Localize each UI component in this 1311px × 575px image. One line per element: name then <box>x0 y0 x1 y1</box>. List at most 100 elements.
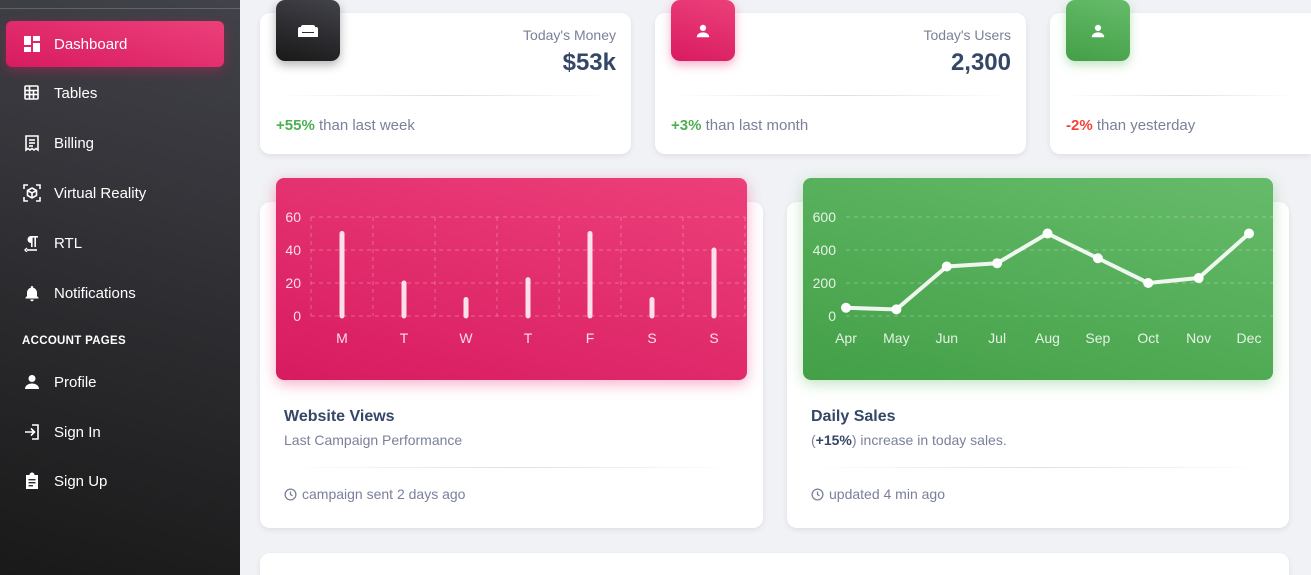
sidebar-item-dashboard[interactable]: Dashboard <box>6 21 224 67</box>
stat-label: Today's Users <box>923 27 1011 43</box>
chart-footer-text: updated 4 min ago <box>829 486 945 502</box>
chart-subtitle: Last Campaign Performance <box>284 432 463 448</box>
chart-footer: campaign sent 2 days ago <box>284 486 465 502</box>
sidebar-item-rtl[interactable]: RTL <box>6 220 224 266</box>
sidebar-item-label: Notifications <box>54 284 136 302</box>
sidebar-item-tables[interactable]: Tables <box>6 70 224 116</box>
x-tick-label: T <box>524 330 533 346</box>
divider <box>284 467 739 468</box>
x-tick-label: Sep <box>1085 330 1110 346</box>
table-icon <box>22 83 42 103</box>
sidebar-item-label: Profile <box>54 373 97 391</box>
sidebar-item-sign-in[interactable]: Sign In <box>6 409 224 455</box>
subtitle-highlight: +15% <box>815 432 852 448</box>
divider <box>1066 95 1295 96</box>
stat-change: +55% <box>276 117 315 134</box>
y-tick-label: 400 <box>813 242 837 258</box>
sidebar-item-label: Virtual Reality <box>54 184 147 202</box>
x-tick-label: Jun <box>935 330 958 346</box>
x-tick-label: W <box>459 330 473 346</box>
person-icon <box>22 372 42 392</box>
website-views-chart: 0 20 40 60 M T W T F S S <box>276 178 747 380</box>
data-point <box>841 302 851 313</box>
divider <box>276 95 615 96</box>
stat-change: +3% <box>671 117 702 134</box>
chart-footer-text: campaign sent 2 days ago <box>302 486 466 502</box>
data-point <box>1193 273 1204 284</box>
y-tick-label: 20 <box>285 275 301 291</box>
line-chart: 0 200 400 600 Apr May Jun Jul Aug Sep Oct Nov Dec <box>813 209 1273 346</box>
format-textdirection-icon <box>22 233 42 253</box>
assignment-icon <box>22 471 42 491</box>
daily-sales-card: 0 200 400 600 Apr May Jun Jul Aug Sep Oct Nov Dec Da… <box>787 178 1289 528</box>
dashboard-icon <box>22 34 42 54</box>
x-tick-label: Dec <box>1237 330 1262 346</box>
x-tick-label: Aug <box>1035 330 1060 346</box>
sidebar-item-virtual-reality[interactable]: Virtual Reality <box>6 170 224 216</box>
sidebar-item-label: Sign In <box>54 423 101 441</box>
x-tick-label: F <box>586 330 595 346</box>
data-point <box>992 258 1003 269</box>
stat-value: $53k <box>562 49 616 76</box>
stat-change: -2% <box>1066 117 1093 134</box>
sidebar-item-label: Sign Up <box>54 472 108 490</box>
login-icon <box>22 422 42 442</box>
chart-title: Website Views <box>284 408 395 425</box>
stat-footer: +55% than last week <box>276 117 415 134</box>
y-tick-label: 0 <box>293 308 301 324</box>
stat-card-new-clients: -2% than yesterday <box>1050 0 1311 154</box>
x-tick-label: S <box>709 330 718 346</box>
sidebar: Dashboard Tables Billing Virtual Reality… <box>0 0 240 575</box>
x-tick-label: Oct <box>1137 330 1159 346</box>
stat-change-text: than last month <box>701 117 809 134</box>
data-point <box>941 261 952 272</box>
y-tick-label: 600 <box>813 209 837 225</box>
y-tick-label: 60 <box>285 209 301 225</box>
x-tick-label: S <box>647 330 656 346</box>
stat-footer: +3% than last month <box>671 117 808 134</box>
sidebar-item-billing[interactable]: Billing <box>6 120 224 166</box>
x-tick-label: Apr <box>835 330 857 346</box>
x-tick-label: T <box>400 330 409 346</box>
website-views-card: 0 20 40 60 M T W T F S S Website Views Last Campai… <box>260 178 763 528</box>
daily-sales-chart: 0 200 400 600 Apr May Jun Jul Aug Sep Oct Nov Dec <box>803 178 1273 380</box>
data-point <box>1092 253 1103 264</box>
y-tick-label: 0 <box>828 308 836 324</box>
sidebar-item-label: Tables <box>54 84 98 102</box>
divider <box>671 95 1010 96</box>
receipt-icon <box>22 133 42 153</box>
data-point <box>1244 228 1254 239</box>
sidebar-item-label: RTL <box>54 234 83 252</box>
sidebar-item-profile[interactable]: Profile <box>6 359 224 405</box>
sidebar-item-sign-up[interactable]: Sign Up <box>6 458 224 504</box>
sidebar-item-label: Dashboard <box>54 35 128 53</box>
sidebar-item-notifications[interactable]: Notifications <box>6 270 224 316</box>
person-icon <box>671 0 735 61</box>
divider <box>811 467 1265 468</box>
stat-footer: -2% than yesterday <box>1066 117 1195 134</box>
stat-change-text: than last week <box>314 117 415 134</box>
y-tick-label: 200 <box>813 275 837 291</box>
stat-card-users: Today's Users 2,300 +3% than last month <box>655 0 1026 154</box>
stat-value: 2,300 <box>950 49 1011 76</box>
view-in-ar-icon <box>22 183 42 203</box>
sidebar-section-title: ACCOUNT PAGES <box>22 335 126 347</box>
chart-subtitle: (+15%) increase in today sales. <box>811 432 1007 448</box>
data-point <box>891 304 902 315</box>
chart-title: Daily Sales <box>811 408 896 425</box>
y-tick-label: 40 <box>285 242 301 258</box>
subtitle-suffix: ) increase in today sales. <box>851 432 1007 448</box>
x-tick-label: May <box>883 330 909 346</box>
clock-icon <box>284 487 297 501</box>
stat-card-money: Today's Money $53k +55% than last week <box>260 0 631 154</box>
x-tick-label: M <box>336 330 348 346</box>
x-tick-label: Jul <box>988 330 1006 346</box>
clock-icon <box>811 487 824 501</box>
bell-icon <box>22 283 42 303</box>
series-line <box>845 231 1251 312</box>
projects-card <box>260 553 1289 575</box>
x-tick-label: Nov <box>1186 330 1211 346</box>
data-point <box>1143 278 1154 288</box>
chart-footer: updated 4 min ago <box>811 486 945 502</box>
data-point <box>1042 228 1053 239</box>
